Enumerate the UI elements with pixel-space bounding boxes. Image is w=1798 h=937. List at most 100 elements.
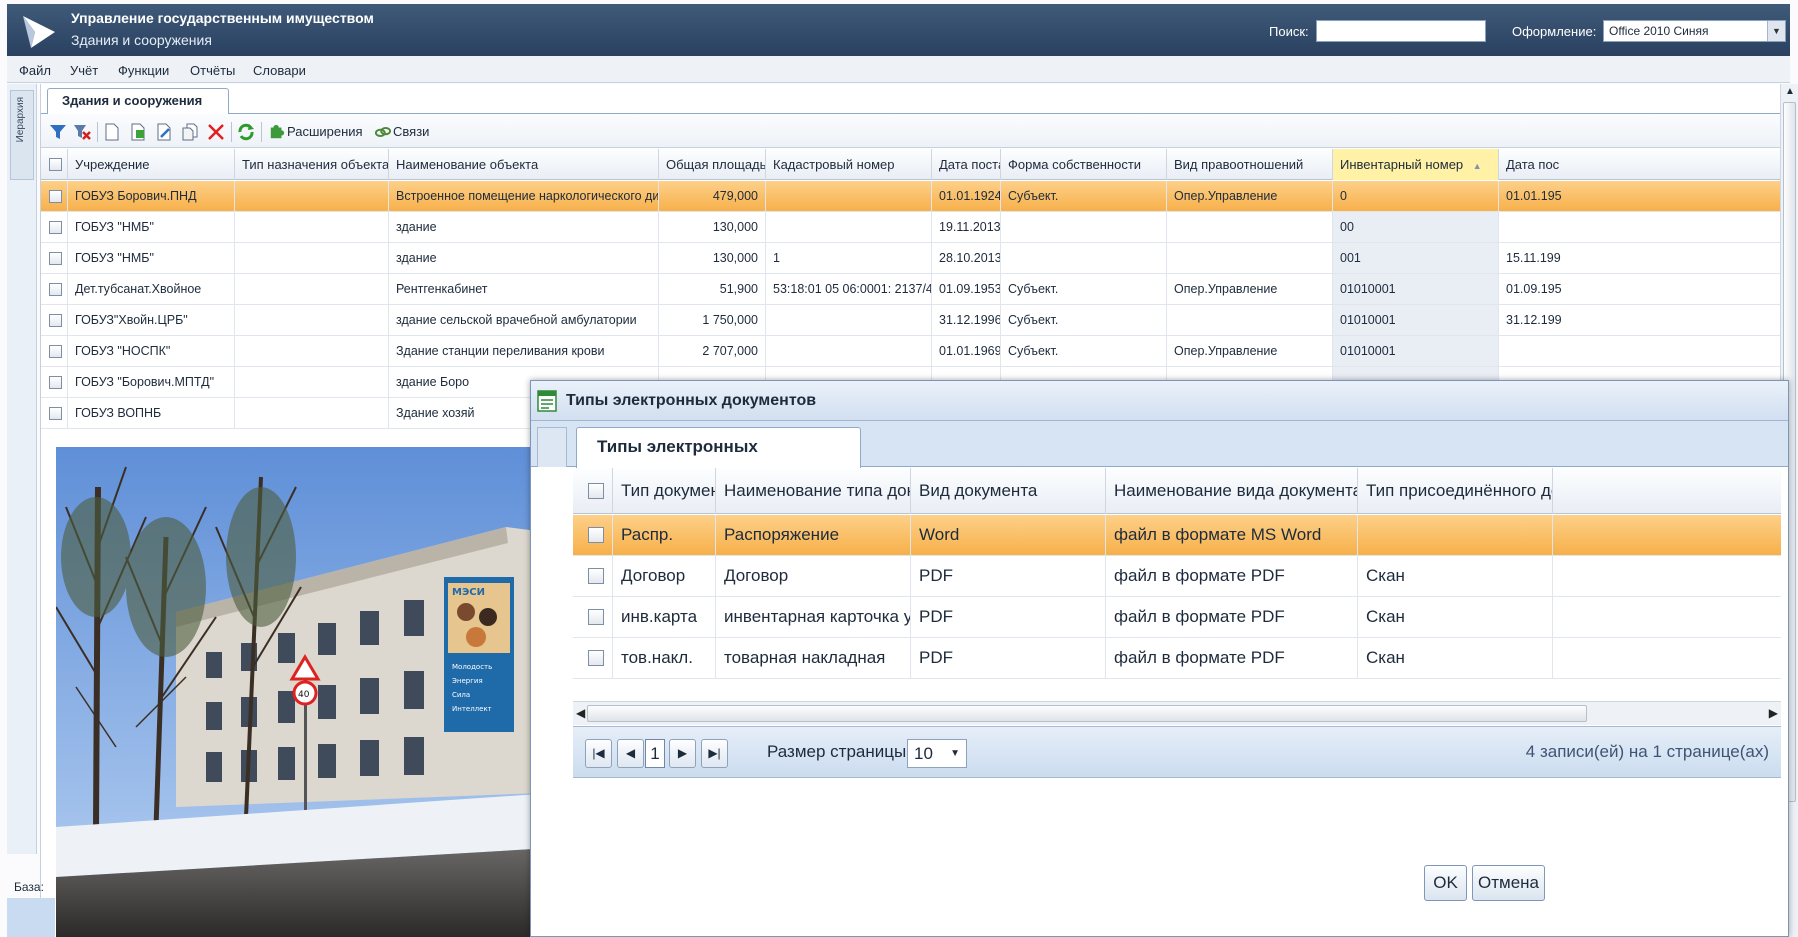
add-document-icon[interactable] (129, 123, 147, 141)
col-attached-type[interactable]: Тип присоединённого документа (1358, 468, 1553, 514)
cell-name[interactable]: Рентгенкабинет (389, 274, 659, 304)
menu-accounting[interactable]: Учёт (70, 63, 98, 78)
doc-cell-type[interactable]: тов.накл. (613, 638, 716, 678)
row-select-cell[interactable] (41, 336, 68, 366)
doc-cell-kind-name[interactable]: файл в формате PDF (1106, 556, 1358, 596)
cell-type[interactable] (235, 274, 389, 304)
copy-document-icon[interactable] (181, 123, 199, 141)
cell-cad[interactable] (766, 212, 932, 242)
cell-name[interactable]: Здание станции переливания крови (389, 336, 659, 366)
cell-type[interactable] (235, 181, 389, 211)
cell-type[interactable] (235, 367, 389, 397)
table-row[interactable]: ГОБУЗ "НМБ" здание 130,000 19.11.2013 00 (41, 212, 1781, 243)
cell-cad[interactable]: 53:18:01 05 06:0001: 2137/44/И (766, 274, 932, 304)
clear-filter-icon[interactable] (73, 123, 91, 141)
cell-area[interactable]: 51,900 (659, 274, 766, 304)
cell-date2[interactable] (1499, 212, 1781, 242)
doc-row-checkbox[interactable] (588, 527, 604, 543)
last-page-icon[interactable]: ▶| (701, 739, 728, 768)
cell-date[interactable]: 19.11.2013 (932, 212, 1001, 242)
cell-inv[interactable]: 0 (1333, 181, 1499, 211)
ok-button[interactable]: OK (1424, 865, 1467, 901)
menu-reports[interactable]: Отчёты (190, 63, 235, 78)
cell-date[interactable]: 01.09.1953 (932, 274, 1001, 304)
col-date2[interactable]: Дата пос (1499, 149, 1781, 180)
doc-cell-attached[interactable]: Скан (1358, 597, 1553, 637)
cell-date2[interactable]: 01.01.195 (1499, 181, 1781, 211)
cell-area[interactable]: 130,000 (659, 243, 766, 273)
cell-area[interactable]: 130,000 (659, 212, 766, 242)
doc-cell-type[interactable]: Договор (613, 556, 716, 596)
doc-type-row[interactable]: инв.картаинвентарная карточка учета сPDF… (573, 597, 1781, 638)
cancel-button[interactable]: Отмена (1472, 865, 1545, 901)
cell-area[interactable]: 2 707,000 (659, 336, 766, 366)
cell-rel[interactable]: Опер.Управление (1167, 274, 1333, 304)
hierarchy-tab[interactable]: Иерархия (10, 90, 34, 180)
scroll-up-icon[interactable]: ▲ (1785, 86, 1795, 97)
row-select-cell[interactable] (41, 274, 68, 304)
cell-name[interactable]: Встроенное помещение наркологического ди… (389, 181, 659, 211)
current-page[interactable]: 1 (645, 739, 665, 768)
cell-type[interactable] (235, 305, 389, 335)
table-row[interactable]: ГОБУЗ Борович.ПНД Встроенное помещение на… (41, 181, 1781, 212)
cell-org[interactable]: ГОБУЗ "НМБ" (68, 212, 235, 242)
row-select-cell[interactable] (41, 305, 68, 335)
doc-row-checkbox[interactable] (588, 568, 604, 584)
cell-cad[interactable]: 1 (766, 243, 932, 273)
col-ownership[interactable]: Форма собственности (1001, 149, 1167, 180)
doc-cell-type-name[interactable]: инвентарная карточка учета с (716, 597, 911, 637)
col-doc-kind-name[interactable]: Наименование вида документа (1106, 468, 1358, 514)
doc-cell-attached[interactable] (1358, 515, 1553, 555)
dialog-horizontal-scrollbar[interactable]: ◀ ▶ (573, 701, 1781, 725)
row-select-cell[interactable] (41, 212, 68, 242)
row-select-cell[interactable] (41, 367, 68, 397)
cell-type[interactable] (235, 243, 389, 273)
doc-cell-kind[interactable]: PDF (911, 597, 1106, 637)
cell-rel[interactable] (1167, 212, 1333, 242)
row-select-cell[interactable] (41, 181, 68, 211)
row-select-cell[interactable] (41, 243, 68, 273)
edit-document-icon[interactable] (155, 123, 173, 141)
page-size-select[interactable]: 10 ▼ (907, 739, 967, 768)
collapse-panel-icon[interactable] (537, 427, 567, 467)
cell-rel[interactable] (1167, 305, 1333, 335)
col-area[interactable]: Общая площадь (659, 149, 766, 180)
cell-cad[interactable] (766, 305, 932, 335)
prev-page-icon[interactable]: ◀ (617, 739, 644, 768)
cell-form[interactable]: Субъект. (1001, 181, 1167, 211)
cell-inv[interactable]: 01010001 (1333, 274, 1499, 304)
row-checkbox[interactable] (49, 376, 62, 389)
doc-row-checkbox[interactable] (588, 650, 604, 666)
doc-type-row[interactable]: Договор Договор PDF файл в формате PDF Скан (573, 556, 1781, 597)
dialog-scroll-thumb[interactable] (587, 705, 1587, 722)
col-name[interactable]: Наименование объекта (389, 149, 659, 180)
menu-dictionaries[interactable]: Словари (253, 63, 306, 78)
scroll-right-icon[interactable]: ▶ (1769, 706, 1778, 720)
menu-file[interactable]: Файл (19, 63, 51, 78)
cell-date[interactable]: 31.12.1996 (932, 305, 1001, 335)
row-checkbox[interactable] (49, 190, 62, 203)
cell-org[interactable]: ГОБУЗ "Борович.МПТД" (68, 367, 235, 397)
first-page-icon[interactable]: |◀ (585, 739, 612, 768)
row-checkbox[interactable] (49, 345, 62, 358)
delete-icon[interactable] (207, 123, 225, 141)
theme-select[interactable]: Office 2010 Синяя ▼ (1603, 20, 1786, 42)
cell-inv[interactable]: 00 (1333, 212, 1499, 242)
cell-org[interactable]: Дет.тубсанат.Хвойное (68, 274, 235, 304)
theme-dropdown-icon[interactable]: ▼ (1767, 21, 1785, 41)
doc-cell-attached[interactable]: Скан (1358, 638, 1553, 678)
col-doc-kind[interactable]: Вид документа (911, 468, 1106, 514)
cell-date2[interactable]: 15.11.199 (1499, 243, 1781, 273)
cell-type[interactable] (235, 212, 389, 242)
col-relation[interactable]: Вид правоотношений (1167, 149, 1333, 180)
search-input[interactable] (1316, 20, 1486, 42)
doc-cell-type-name[interactable]: товарная накладная (716, 638, 911, 678)
doc-cell-attached[interactable]: Скан (1358, 556, 1553, 596)
extensions-button[interactable]: Расширения (287, 124, 363, 139)
doc-row-checkbox[interactable] (588, 609, 604, 625)
doc-cell-kind-name[interactable]: файл в формате MS Word (1106, 515, 1358, 555)
cell-area[interactable]: 479,000 (659, 181, 766, 211)
cell-cad[interactable] (766, 181, 932, 211)
cell-form[interactable] (1001, 243, 1167, 273)
cell-name[interactable]: здание (389, 243, 659, 273)
